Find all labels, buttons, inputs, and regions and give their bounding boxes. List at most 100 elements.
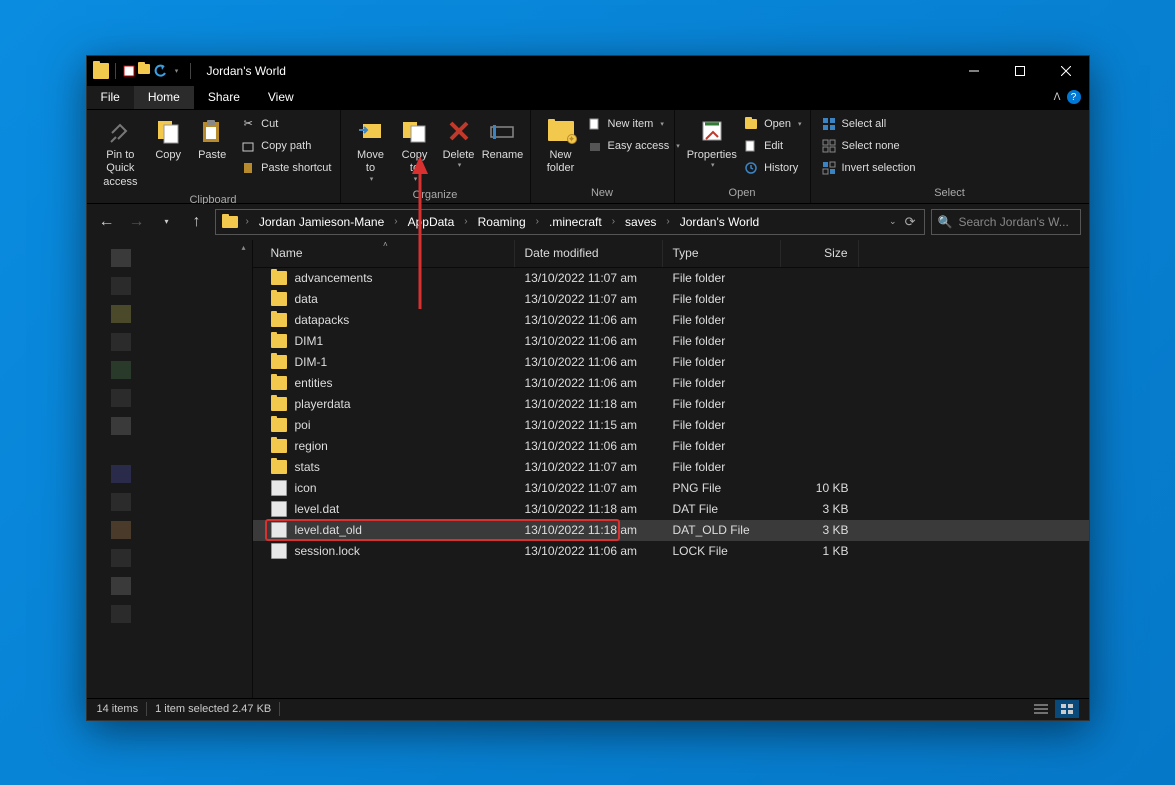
tab-share[interactable]: Share: [194, 86, 254, 109]
breadcrumb-separator[interactable]: ›: [390, 216, 401, 227]
breadcrumb-item[interactable]: .minecraft: [545, 213, 606, 231]
column-header-type[interactable]: Type: [663, 240, 781, 267]
close-button[interactable]: [1043, 56, 1089, 86]
sidebar-scrollbar[interactable]: ▴: [236, 240, 252, 698]
new-item-button[interactable]: New item▾: [587, 114, 680, 134]
breadcrumb-separator[interactable]: ›: [662, 216, 673, 227]
pin-to-quick-access-button[interactable]: Pin to Quick access: [95, 114, 147, 192]
minimize-button[interactable]: [951, 56, 997, 86]
tab-file[interactable]: File: [87, 86, 134, 109]
file-name: session.lock: [295, 544, 360, 558]
file-row[interactable]: data13/10/2022 11:07 amFile folder: [253, 289, 1089, 310]
breadcrumb-item[interactable]: AppData: [404, 213, 459, 231]
file-name: level.dat_old: [295, 523, 362, 537]
tab-home[interactable]: Home: [134, 86, 194, 109]
copy-button[interactable]: Copy: [146, 114, 190, 165]
new-folder-button[interactable]: ✦ New folder: [539, 114, 583, 179]
help-icon[interactable]: ?: [1067, 90, 1081, 104]
forward-button[interactable]: →: [125, 210, 149, 234]
column-header-date[interactable]: Date modified: [515, 240, 663, 267]
breadcrumb-separator[interactable]: ›: [242, 216, 253, 227]
file-row[interactable]: entities13/10/2022 11:06 amFile folder: [253, 373, 1089, 394]
navigation-pane[interactable]: ▴: [87, 240, 253, 698]
file-type: File folder: [663, 418, 781, 432]
breadcrumb-separator[interactable]: ›: [460, 216, 471, 227]
breadcrumb-separator[interactable]: ›: [608, 216, 619, 227]
search-box[interactable]: 🔍 Search Jordan's W...: [931, 209, 1081, 235]
breadcrumb-item[interactable]: Jordan's World: [676, 213, 763, 231]
file-type: File folder: [663, 271, 781, 285]
file-row[interactable]: DIM-113/10/2022 11:06 amFile folder: [253, 352, 1089, 373]
breadcrumb-item[interactable]: saves: [621, 213, 660, 231]
paste-shortcut-button[interactable]: Paste shortcut: [240, 158, 331, 178]
file-type: File folder: [663, 376, 781, 390]
column-header-size[interactable]: Size: [781, 240, 859, 267]
file-row[interactable]: DIM113/10/2022 11:06 amFile folder: [253, 331, 1089, 352]
qat-properties-icon[interactable]: [122, 64, 136, 78]
easy-access-button[interactable]: Easy access▾: [587, 136, 680, 156]
view-large-icons-button[interactable]: [1055, 700, 1079, 718]
file-type: File folder: [663, 397, 781, 411]
refresh-icon[interactable]: ⟳: [905, 214, 916, 230]
file-row[interactable]: region13/10/2022 11:06 amFile folder: [253, 436, 1089, 457]
file-icon: [271, 501, 287, 517]
easy-access-icon: [587, 138, 603, 154]
file-date: 13/10/2022 11:18 am: [515, 523, 663, 537]
copy-path-button[interactable]: Copy path: [240, 136, 331, 156]
back-button[interactable]: ←: [95, 210, 119, 234]
up-button[interactable]: ↑: [185, 210, 209, 234]
window-title: Jordan's World: [201, 64, 286, 78]
maximize-button[interactable]: [997, 56, 1043, 86]
file-row[interactable]: icon13/10/2022 11:07 amPNG File10 KB: [253, 478, 1089, 499]
folder-icon: [271, 418, 287, 432]
cut-button[interactable]: ✂Cut: [240, 114, 331, 134]
breadcrumb-item[interactable]: Jordan Jamieson-Mane: [255, 213, 388, 231]
column-headers: Name˄ Date modified Type Size: [253, 240, 1089, 268]
folder-icon: [271, 271, 287, 285]
open-button[interactable]: Open▾: [743, 114, 801, 134]
file-row[interactable]: level.dat_old13/10/2022 11:18 amDAT_OLD …: [253, 520, 1089, 541]
file-size: 3 KB: [781, 502, 859, 516]
paste-button[interactable]: Paste: [190, 114, 234, 165]
folder-icon: [271, 397, 287, 411]
breadcrumb-item[interactable]: Roaming: [474, 213, 530, 231]
file-date: 13/10/2022 11:18 am: [515, 397, 663, 411]
copy-to-button[interactable]: Copy to▾: [393, 114, 437, 187]
titlebar[interactable]: ▾ Jordan's World: [87, 56, 1089, 86]
file-row[interactable]: poi13/10/2022 11:15 amFile folder: [253, 415, 1089, 436]
copy-path-icon: [240, 138, 256, 154]
status-item-count: 14 items: [97, 703, 139, 715]
collapse-ribbon-icon[interactable]: ᐱ: [1054, 92, 1061, 103]
delete-button[interactable]: Delete▾: [437, 114, 481, 174]
qat-dropdown-icon[interactable]: ▾: [170, 64, 184, 78]
breadcrumb-separator[interactable]: ›: [532, 216, 543, 227]
file-rows-container[interactable]: advancements13/10/2022 11:07 amFile fold…: [253, 268, 1089, 698]
history-button[interactable]: History: [743, 158, 801, 178]
select-all-button[interactable]: Select all: [821, 114, 916, 134]
file-type: File folder: [663, 334, 781, 348]
recent-locations-button[interactable]: ▾: [155, 210, 179, 234]
address-bar[interactable]: › Jordan Jamieson-Mane › AppData › Roami…: [215, 209, 925, 235]
properties-button[interactable]: Properties▾: [683, 114, 742, 174]
file-row[interactable]: datapacks13/10/2022 11:06 amFile folder: [253, 310, 1089, 331]
qat-new-folder-icon[interactable]: [138, 64, 152, 78]
qat-undo-icon[interactable]: [154, 64, 168, 78]
address-dropdown-icon[interactable]: ⌄: [889, 216, 897, 227]
select-none-button[interactable]: Select none: [821, 136, 916, 156]
view-details-button[interactable]: [1029, 700, 1053, 718]
file-row[interactable]: playerdata13/10/2022 11:18 amFile folder: [253, 394, 1089, 415]
file-row[interactable]: stats13/10/2022 11:07 amFile folder: [253, 457, 1089, 478]
copy-to-icon: [400, 116, 430, 146]
invert-selection-button[interactable]: Invert selection: [821, 158, 916, 178]
rename-button[interactable]: Rename: [481, 114, 525, 165]
file-row[interactable]: advancements13/10/2022 11:07 amFile fold…: [253, 268, 1089, 289]
file-date: 13/10/2022 11:07 am: [515, 292, 663, 306]
tab-view[interactable]: View: [254, 86, 308, 109]
file-row[interactable]: session.lock13/10/2022 11:06 amLOCK File…: [253, 541, 1089, 562]
edit-button[interactable]: Edit: [743, 136, 801, 156]
file-row[interactable]: level.dat13/10/2022 11:18 amDAT File3 KB: [253, 499, 1089, 520]
folder-icon: [271, 313, 287, 327]
file-date: 13/10/2022 11:07 am: [515, 481, 663, 495]
column-header-name[interactable]: Name˄: [253, 240, 515, 267]
move-to-button[interactable]: Move to▾: [349, 114, 393, 187]
